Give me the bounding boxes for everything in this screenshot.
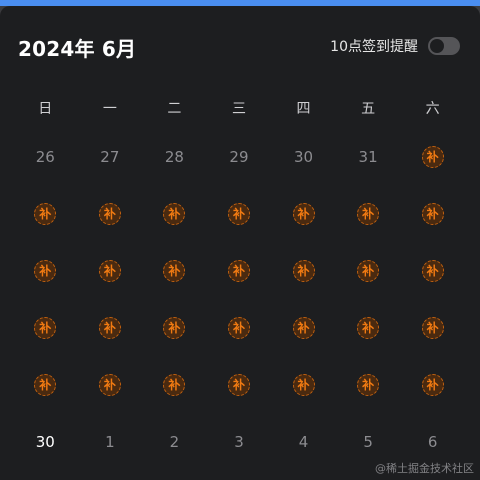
makeup-checkin-day[interactable]: 补 [142,356,207,413]
makeup-checkin-day[interactable]: 补 [142,185,207,242]
week-row: 补补补补补补补 [13,185,465,242]
makeup-checkin-day[interactable]: 补 [271,185,336,242]
makeup-badge: 补 [357,202,380,225]
week-row: 补补补补补补补 [13,242,465,299]
makeup-checkin-day[interactable]: 补 [207,299,272,356]
calendar-day[interactable]: 2 [142,413,207,470]
makeup-checkin-day[interactable]: 补 [142,299,207,356]
reminder-setting: 10点签到提醒 [330,36,460,56]
calendar-day[interactable]: 30 [271,128,336,185]
reminder-label: 10点签到提醒 [330,39,418,55]
calendar-grid: 日一二三四五六 26 27 28 29 30 31 补补补补补补补补补补补补补补补补补补补补… [13,88,465,470]
makeup-badge: 补 [163,316,186,339]
makeup-checkin-day[interactable]: 补 [13,242,78,299]
makeup-badge: 补 [357,373,380,396]
makeup-checkin-day[interactable]: 补 [13,356,78,413]
makeup-checkin-day[interactable]: 补 [78,356,143,413]
weekday-label: 二 [167,101,182,117]
makeup-badge: 补 [34,373,57,396]
makeup-badge: 补 [98,202,121,225]
makeup-badge: 补 [292,373,315,396]
weekday-header-row: 日一二三四五六 [13,88,465,128]
watermark: @稀土掘金技术社区 [375,462,474,475]
makeup-checkin-day[interactable]: 补 [336,242,401,299]
makeup-checkin-day[interactable]: 补 [13,185,78,242]
makeup-checkin-day[interactable]: 补 [336,299,401,356]
week-row: 补补补补补补补 [13,299,465,356]
makeup-badge: 补 [34,316,57,339]
month-title: 2024年 6月 [18,36,137,61]
weekday-label: 三 [231,101,246,117]
makeup-badge: 补 [292,202,315,225]
makeup-badge: 补 [34,259,57,282]
makeup-checkin-day[interactable]: 补 [400,185,465,242]
makeup-badge: 补 [163,202,186,225]
calendar-day[interactable]: 27 [78,128,143,185]
makeup-checkin-day[interactable]: 补 [336,356,401,413]
calendar-header: 2024年 6月 [18,32,136,62]
makeup-badge: 补 [421,373,444,396]
calendar-day[interactable]: 29 [207,128,272,185]
makeup-badge: 补 [357,316,380,339]
makeup-badge: 补 [357,259,380,282]
calendar-card: 2024年 6月 10点签到提醒 日一二三四五六 26 27 28 29 30 31 补补补… [0,6,480,480]
reminder-toggle[interactable] [428,37,460,55]
calendar-day[interactable]: 28 [142,128,207,185]
makeup-badge: 补 [227,316,250,339]
calendar-day[interactable]: 3 [207,413,272,470]
calendar-day[interactable]: 26 [13,128,78,185]
makeup-checkin-day[interactable]: 补 [400,128,465,185]
makeup-badge: 补 [163,259,186,282]
makeup-checkin-day[interactable]: 补 [78,299,143,356]
makeup-checkin-day[interactable]: 补 [400,299,465,356]
makeup-checkin-day[interactable]: 补 [13,299,78,356]
makeup-checkin-day[interactable]: 补 [207,356,272,413]
makeup-checkin-day[interactable]: 补 [78,242,143,299]
weekday-label: 四 [296,101,311,117]
weekday-label: 六 [425,101,440,117]
week-row: 补补补补补补补 [13,356,465,413]
makeup-checkin-day[interactable]: 补 [207,185,272,242]
weekday-label: 五 [361,101,376,117]
makeup-badge: 补 [227,202,250,225]
calendar-day[interactable]: 4 [271,413,336,470]
makeup-checkin-day[interactable]: 补 [142,242,207,299]
makeup-badge: 补 [292,316,315,339]
makeup-badge: 补 [292,259,315,282]
calendar-day[interactable]: 1 [78,413,143,470]
makeup-checkin-day[interactable]: 补 [271,356,336,413]
makeup-badge: 补 [421,316,444,339]
makeup-badge: 补 [227,259,250,282]
weekday-label: 一 [102,101,117,117]
makeup-badge: 补 [98,316,121,339]
makeup-checkin-day[interactable]: 补 [400,356,465,413]
calendar-day-today[interactable]: 30 [13,413,78,470]
makeup-badge: 补 [421,145,444,168]
makeup-checkin-day[interactable]: 补 [271,242,336,299]
calendar-day[interactable]: 31 [336,128,401,185]
makeup-checkin-day[interactable]: 补 [271,299,336,356]
makeup-checkin-day[interactable]: 补 [207,242,272,299]
makeup-badge: 补 [34,202,57,225]
makeup-badge: 补 [98,259,121,282]
makeup-badge: 补 [163,373,186,396]
week-row: 26 27 28 29 30 31 补 [13,128,465,185]
weekday-label: 日 [38,101,53,117]
makeup-badge: 补 [421,259,444,282]
makeup-checkin-day[interactable]: 补 [336,185,401,242]
makeup-badge: 补 [421,202,444,225]
calendar-weeks: 26 27 28 29 30 31 补补补补补补补补补补补补补补补补补补补补补补补补补补补补… [13,128,465,470]
makeup-badge: 补 [98,373,121,396]
makeup-checkin-day[interactable]: 补 [78,185,143,242]
toggle-knob [430,39,444,53]
makeup-checkin-day[interactable]: 补 [400,242,465,299]
makeup-badge: 补 [227,373,250,396]
